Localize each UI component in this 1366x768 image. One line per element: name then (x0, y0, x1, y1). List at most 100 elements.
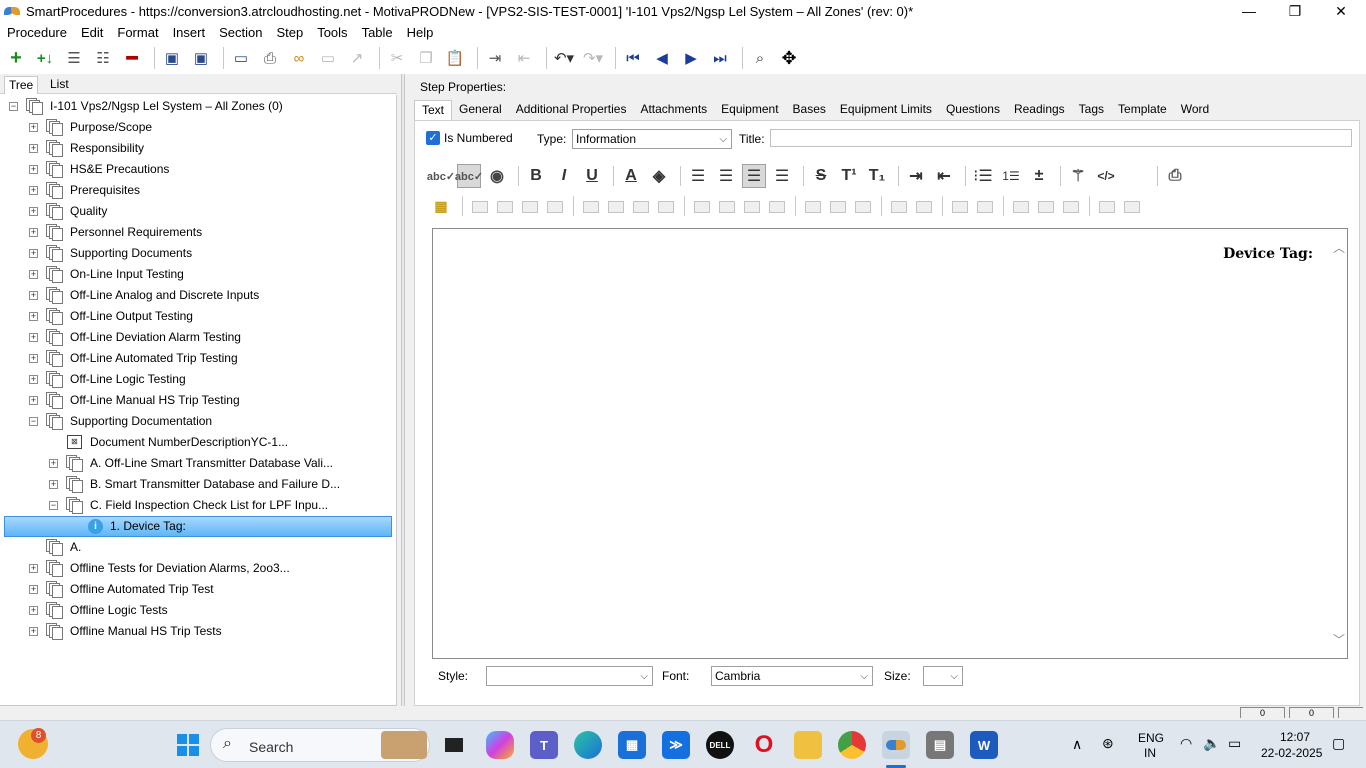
tab-readings[interactable]: Readings (1007, 100, 1072, 120)
justify-icon[interactable]: ☰ (770, 164, 794, 188)
store-icon[interactable]: ▦ (618, 731, 646, 759)
decrease-indent-icon[interactable]: ⇤ (932, 164, 956, 188)
table-tool-icon[interactable] (887, 196, 909, 216)
tree-node[interactable]: − Supporting Documentation (0, 411, 390, 432)
table-tool-icon[interactable] (1059, 196, 1081, 216)
tab-text[interactable]: Text (414, 100, 453, 120)
expand-icon[interactable]: + (29, 270, 38, 279)
subscript-icon[interactable]: T₁ (865, 164, 889, 188)
copilot-icon[interactable] (486, 731, 514, 759)
style-select[interactable]: ⌵ (486, 666, 653, 686)
redo-icon[interactable]: ↷▾ (581, 46, 605, 70)
tree-node[interactable]: + On-Line Input Testing (0, 264, 390, 285)
table-tool-icon[interactable] (1009, 196, 1031, 216)
copy-icon[interactable]: ❐ (414, 46, 438, 70)
tray-overflow-icon[interactable]: ∧ (1072, 736, 1082, 753)
move-icon[interactable]: ✥ (777, 46, 801, 70)
menu-section[interactable]: Section (219, 25, 262, 40)
highlight-color-icon[interactable]: ◈ (647, 164, 671, 188)
expand-icon[interactable]: + (29, 606, 38, 615)
tree-node[interactable]: + A. Off-Line Smart Transmitter Database … (0, 453, 390, 474)
table-tool-icon[interactable] (912, 196, 934, 216)
title-input[interactable] (770, 129, 1352, 147)
expand-icon[interactable]: + (49, 459, 58, 468)
type-select[interactable]: Information ⌵ (572, 129, 732, 149)
remove-icon[interactable]: ━ (120, 46, 144, 70)
tree-root[interactable]: − I-101 Vps2/Ngsp Lel System – All Zones … (0, 96, 390, 117)
notification-center-icon[interactable]: ▢ (1332, 735, 1345, 752)
expand-icon[interactable]: + (29, 186, 38, 195)
tab-general[interactable]: General (452, 100, 509, 120)
paste-icon[interactable]: 📋 (443, 46, 467, 70)
remote-app-icon[interactable]: ▤ (926, 731, 954, 759)
collapse-icon[interactable]: − (49, 501, 58, 510)
menu-step[interactable]: Step (276, 25, 303, 40)
network-status-icon[interactable]: ⊛ (1102, 735, 1114, 752)
add-step-icon[interactable]: + (4, 46, 28, 70)
table-tool-icon[interactable] (715, 196, 737, 216)
tree-node[interactable]: + B. Smart Transmitter Database and Failu… (0, 474, 390, 495)
menu-insert[interactable]: Insert (173, 25, 206, 40)
menu-help[interactable]: Help (407, 25, 434, 40)
tree-node[interactable]: + Quality (0, 201, 390, 222)
tab-list[interactable]: List (46, 76, 73, 94)
collapse-icon[interactable]: − (29, 417, 38, 426)
tab-additional-properties[interactable]: Additional Properties (509, 100, 634, 120)
table-tool-icon[interactable] (851, 196, 873, 216)
language-indicator[interactable]: ENG (1138, 731, 1164, 745)
indent-icon[interactable]: ⇥ (483, 46, 507, 70)
pane-splitter[interactable] (401, 74, 405, 706)
link-icon[interactable]: ∞ (287, 46, 311, 70)
table-tool-icon[interactable] (1034, 196, 1056, 216)
menu-procedure[interactable]: Procedure (7, 25, 67, 40)
previous-icon[interactable]: ◀ (650, 46, 674, 70)
align-left-icon[interactable]: ☰ (686, 164, 710, 188)
tree-node[interactable]: + Responsibility (0, 138, 390, 159)
align-right-icon[interactable]: ☰ (742, 164, 766, 188)
expand-icon[interactable]: + (29, 249, 38, 258)
table-tool-icon[interactable] (973, 196, 995, 216)
tree-node[interactable]: + Offline Logic Tests (0, 600, 390, 621)
table-tool-icon[interactable] (579, 196, 601, 216)
save-icon[interactable]: ▣ (160, 46, 184, 70)
tree-node[interactable]: + Offline Tests for Deviation Alarms, 2oo… (0, 558, 390, 579)
last-icon[interactable]: ⏭ (708, 46, 732, 70)
table-tool-icon[interactable] (826, 196, 848, 216)
table-tool-icon[interactable] (518, 196, 540, 216)
italic-icon[interactable]: I (552, 164, 576, 188)
windows-start-icon[interactable] (174, 731, 202, 759)
table-tool-icon[interactable] (948, 196, 970, 216)
expand-icon[interactable]: + (29, 123, 38, 132)
save-all-icon[interactable]: ▣ (189, 46, 213, 70)
tree-node[interactable]: + Supporting Documents (0, 243, 390, 264)
edge-icon[interactable] (574, 731, 602, 759)
table-tool-icon[interactable] (493, 196, 515, 216)
chrome-icon[interactable] (838, 731, 866, 759)
close-button[interactable]: ✕ (1318, 0, 1364, 22)
table-tool-icon[interactable] (1120, 196, 1142, 216)
battery-icon[interactable]: ▭ (1228, 735, 1241, 752)
superscript-icon[interactable]: T¹ (837, 164, 861, 188)
menu-format[interactable]: Format (117, 25, 158, 40)
expand-icon[interactable]: + (29, 207, 38, 216)
numbered-list-icon[interactable]: 1☰ (999, 164, 1023, 188)
menu-table[interactable]: Table (362, 25, 393, 40)
maximize-button[interactable]: ❐ (1272, 0, 1318, 22)
menu-tools[interactable]: Tools (317, 25, 347, 40)
tree-node[interactable]: + Prerequisites (0, 180, 390, 201)
window-icon[interactable]: ▭ (316, 46, 340, 70)
tree-node[interactable]: + Off-Line Deviation Alarm Testing (0, 327, 390, 348)
tree-node[interactable]: + Personnel Requirements (0, 222, 390, 243)
expand-icon[interactable]: + (29, 585, 38, 594)
strikethrough-icon[interactable]: S (809, 164, 833, 188)
tree-node[interactable]: + Off-Line Automated Trip Testing (0, 348, 390, 369)
tree-node[interactable]: + Off-Line Analog and Discrete Inputs (0, 285, 390, 306)
add-substep-icon[interactable]: +↓ (33, 46, 57, 70)
tree-node[interactable]: − C. Field Inspection Check List for LPF … (0, 495, 390, 516)
expand-icon[interactable]: + (29, 291, 38, 300)
spellcheck-icon[interactable]: abc✓ (427, 164, 455, 188)
scroll-up-icon[interactable]: ︿ (1333, 239, 1345, 256)
cut-icon[interactable]: ✂ (385, 46, 409, 70)
table-tool-icon[interactable] (629, 196, 651, 216)
monitor-icon[interactable]: ▭ (229, 46, 253, 70)
